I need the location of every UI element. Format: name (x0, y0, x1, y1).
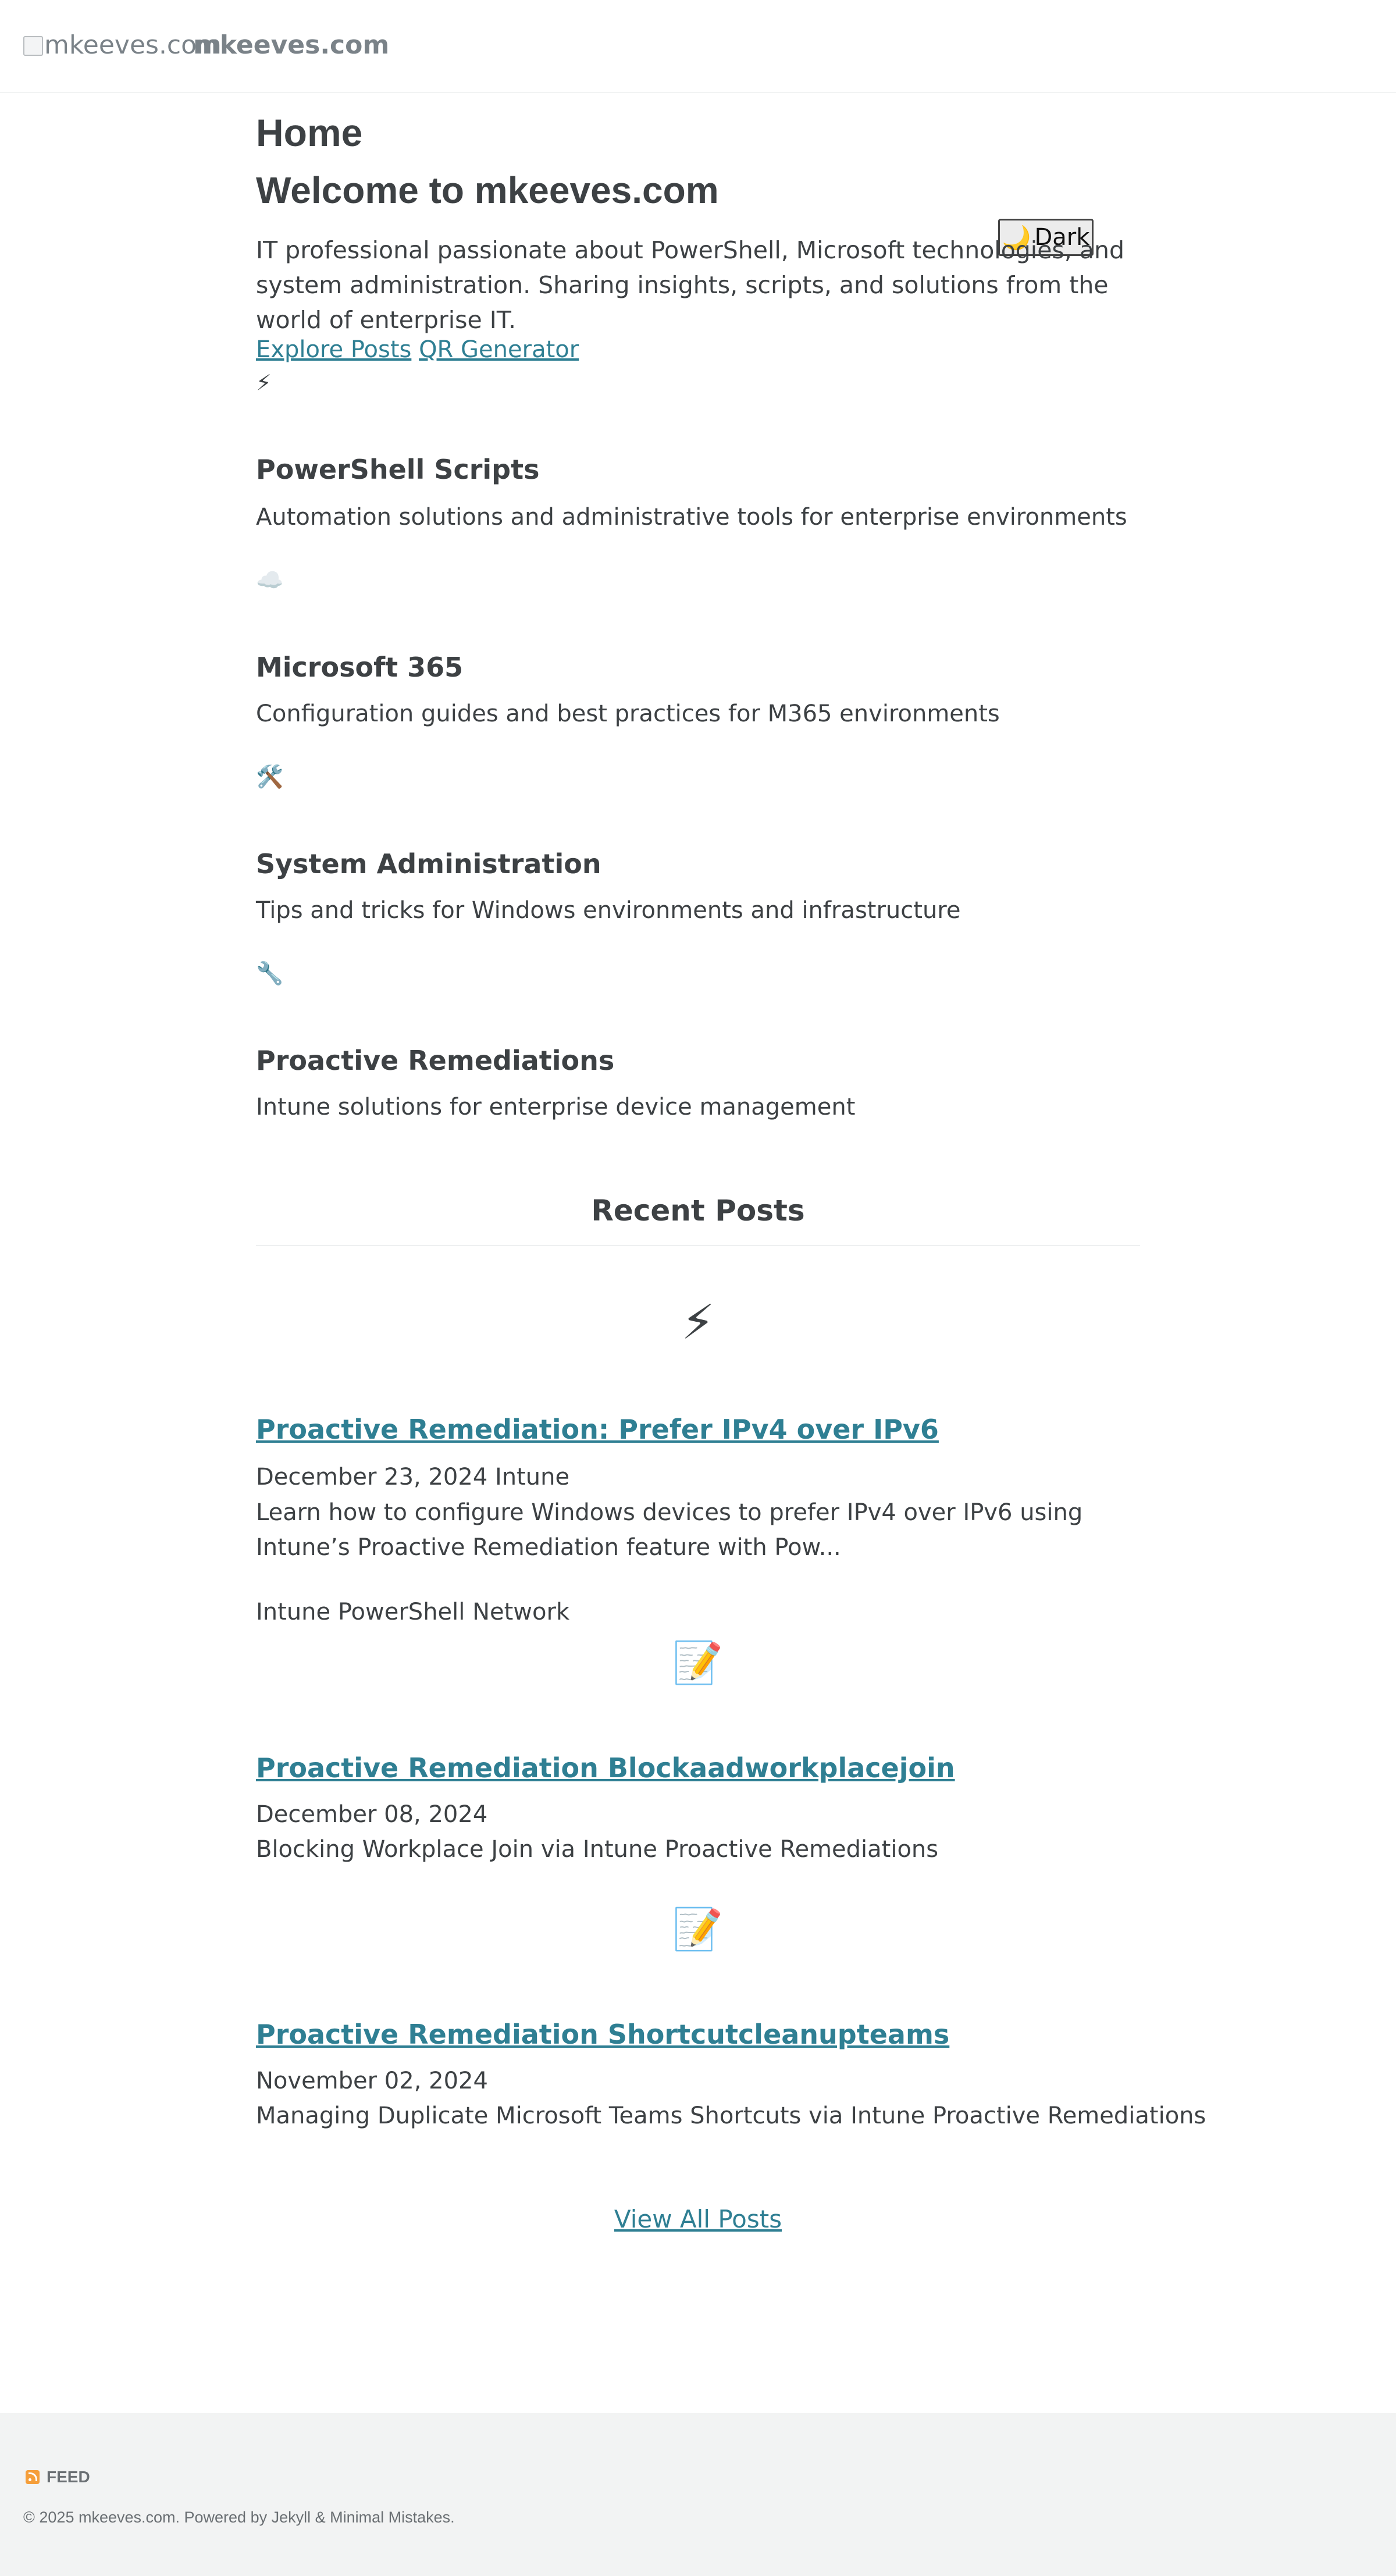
category-title-sysadmin: System Administration (256, 848, 601, 880)
intro-text: IT professional passionate about PowerSh… (256, 236, 1124, 334)
post-title-link[interactable]: Proactive Remediation Blockaadworkplacej… (256, 1752, 955, 1784)
memo-icon: 📝 (672, 1640, 724, 1685)
category-desc-powershell: Automation solutions and administrative … (256, 504, 1127, 531)
category-desc-remediations: Intune solutions for enterprise device m… (256, 1094, 856, 1120)
category-desc-sysadmin: Tips and tricks for Windows environments… (256, 897, 961, 924)
hero-links: Explore Posts QR Generator (256, 336, 579, 363)
recent-posts-heading: Recent Posts (591, 1194, 805, 1227)
post-excerpt: Blocking Workplace Join via Intune Proac… (256, 1836, 939, 1863)
memo-icon: 📝 (672, 1906, 724, 1952)
feed-link[interactable]: FEED (26, 2468, 90, 2486)
post-meta: November 02, 2024 (256, 2068, 488, 2094)
post-meta: December 08, 2024 (256, 1801, 488, 1828)
post-excerpt: Learn how to configure Windows devices t… (256, 1499, 1083, 1561)
post-excerpt: Managing Duplicate Microsoft Teams Short… (256, 2102, 1206, 2129)
category-title-remediations: Proactive Remediations (256, 1045, 615, 1076)
copyright-text: © 2025 mkeeves.com. Powered by Jekyll & … (23, 2509, 455, 2526)
divider (256, 1245, 1140, 1246)
rss-icon (26, 2470, 40, 2484)
post-title-link[interactable]: Proactive Remediation Shortcutcleanuptea… (256, 2019, 949, 2050)
site-logo[interactable]: mkeeves.com (23, 30, 222, 60)
post-title-link[interactable]: Proactive Remediation: Prefer IPv4 over … (256, 1414, 939, 1445)
feed-label: FEED (47, 2468, 90, 2486)
welcome-heading: Welcome to mkeeves.com (256, 169, 719, 211)
explore-posts-link[interactable]: Explore Posts (256, 336, 411, 363)
masthead: mkeeves.com mkeeves.com (0, 0, 1396, 93)
post-meta: December 23, 2024 Intune (256, 1464, 570, 1490)
category-title-m365: Microsoft 365 (256, 652, 464, 683)
lightning-icon: ⚡ (256, 371, 272, 396)
view-all-posts: View All Posts (256, 2205, 1140, 2233)
view-all-posts-link[interactable]: View All Posts (614, 2205, 782, 2233)
tools-icon: 🛠️ (256, 765, 284, 789)
page-footer: FEED © 2025 mkeeves.com. Powered by Jeky… (0, 2413, 1396, 2576)
broken-image-icon (23, 36, 43, 56)
lightning-icon: ⚡ (681, 1296, 715, 1349)
site-title-link[interactable]: mkeeves.com (193, 30, 389, 60)
post-tags: Intune PowerShell Network (256, 1599, 570, 1625)
category-title-powershell: PowerShell Scripts (256, 454, 540, 485)
qr-generator-link[interactable]: QR Generator (419, 336, 579, 363)
page-title: Home (256, 111, 363, 154)
wrench-icon: 🔧 (256, 962, 284, 986)
cloud-icon: ☁️ (256, 568, 284, 593)
category-desc-m365: Configuration guides and best practices … (256, 700, 1000, 727)
